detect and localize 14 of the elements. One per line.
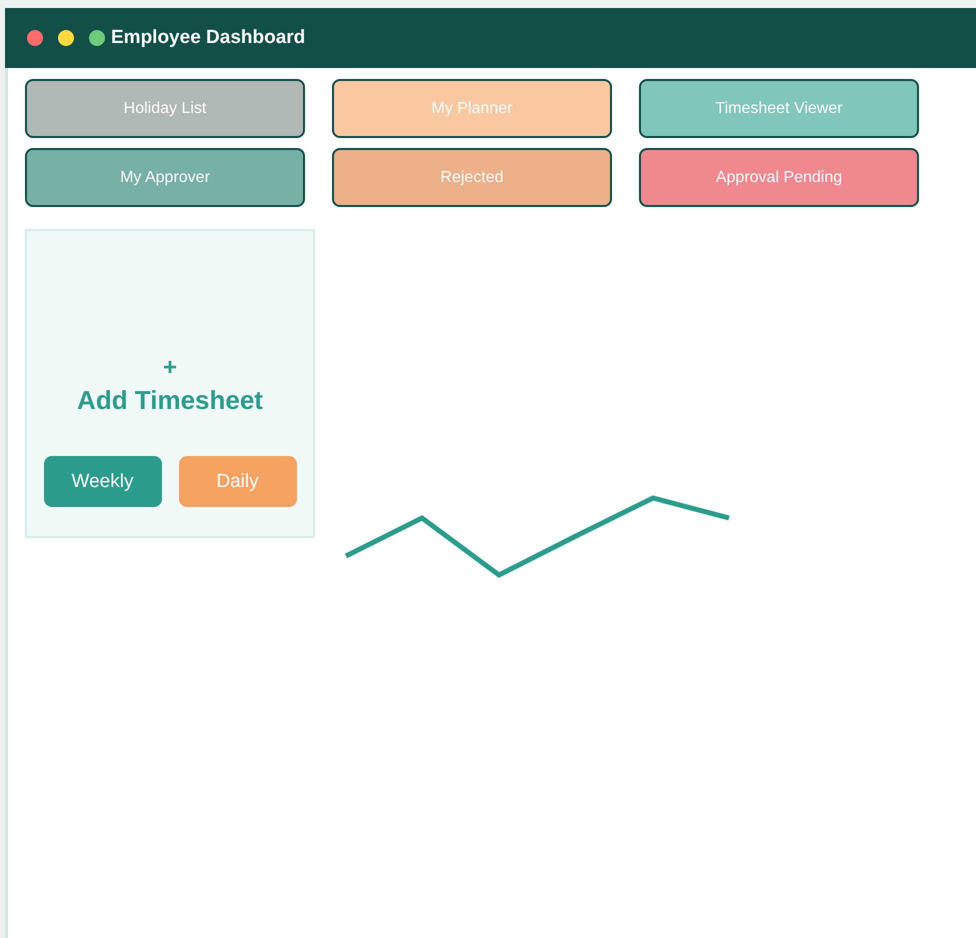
tile-button[interactable]: Approval Pending [639, 148, 919, 207]
tile-button[interactable]: My Approver [25, 148, 305, 207]
minimize-icon[interactable] [58, 30, 74, 46]
card-button[interactable]: Weekly [44, 456, 162, 507]
tile-button[interactable]: Rejected [332, 148, 612, 207]
card-button[interactable]: Daily [178, 456, 296, 507]
maximize-icon[interactable] [89, 30, 105, 46]
tile-button[interactable]: Timesheet Viewer [639, 79, 919, 138]
plus-icon: + [162, 355, 177, 381]
tile-button[interactable]: Holiday List [25, 79, 305, 138]
card-title: Add Timesheet [77, 385, 263, 416]
window-title: Employee Dashboard [111, 27, 306, 49]
tile-button[interactable]: My Planner [332, 79, 612, 138]
close-icon[interactable] [27, 30, 43, 46]
